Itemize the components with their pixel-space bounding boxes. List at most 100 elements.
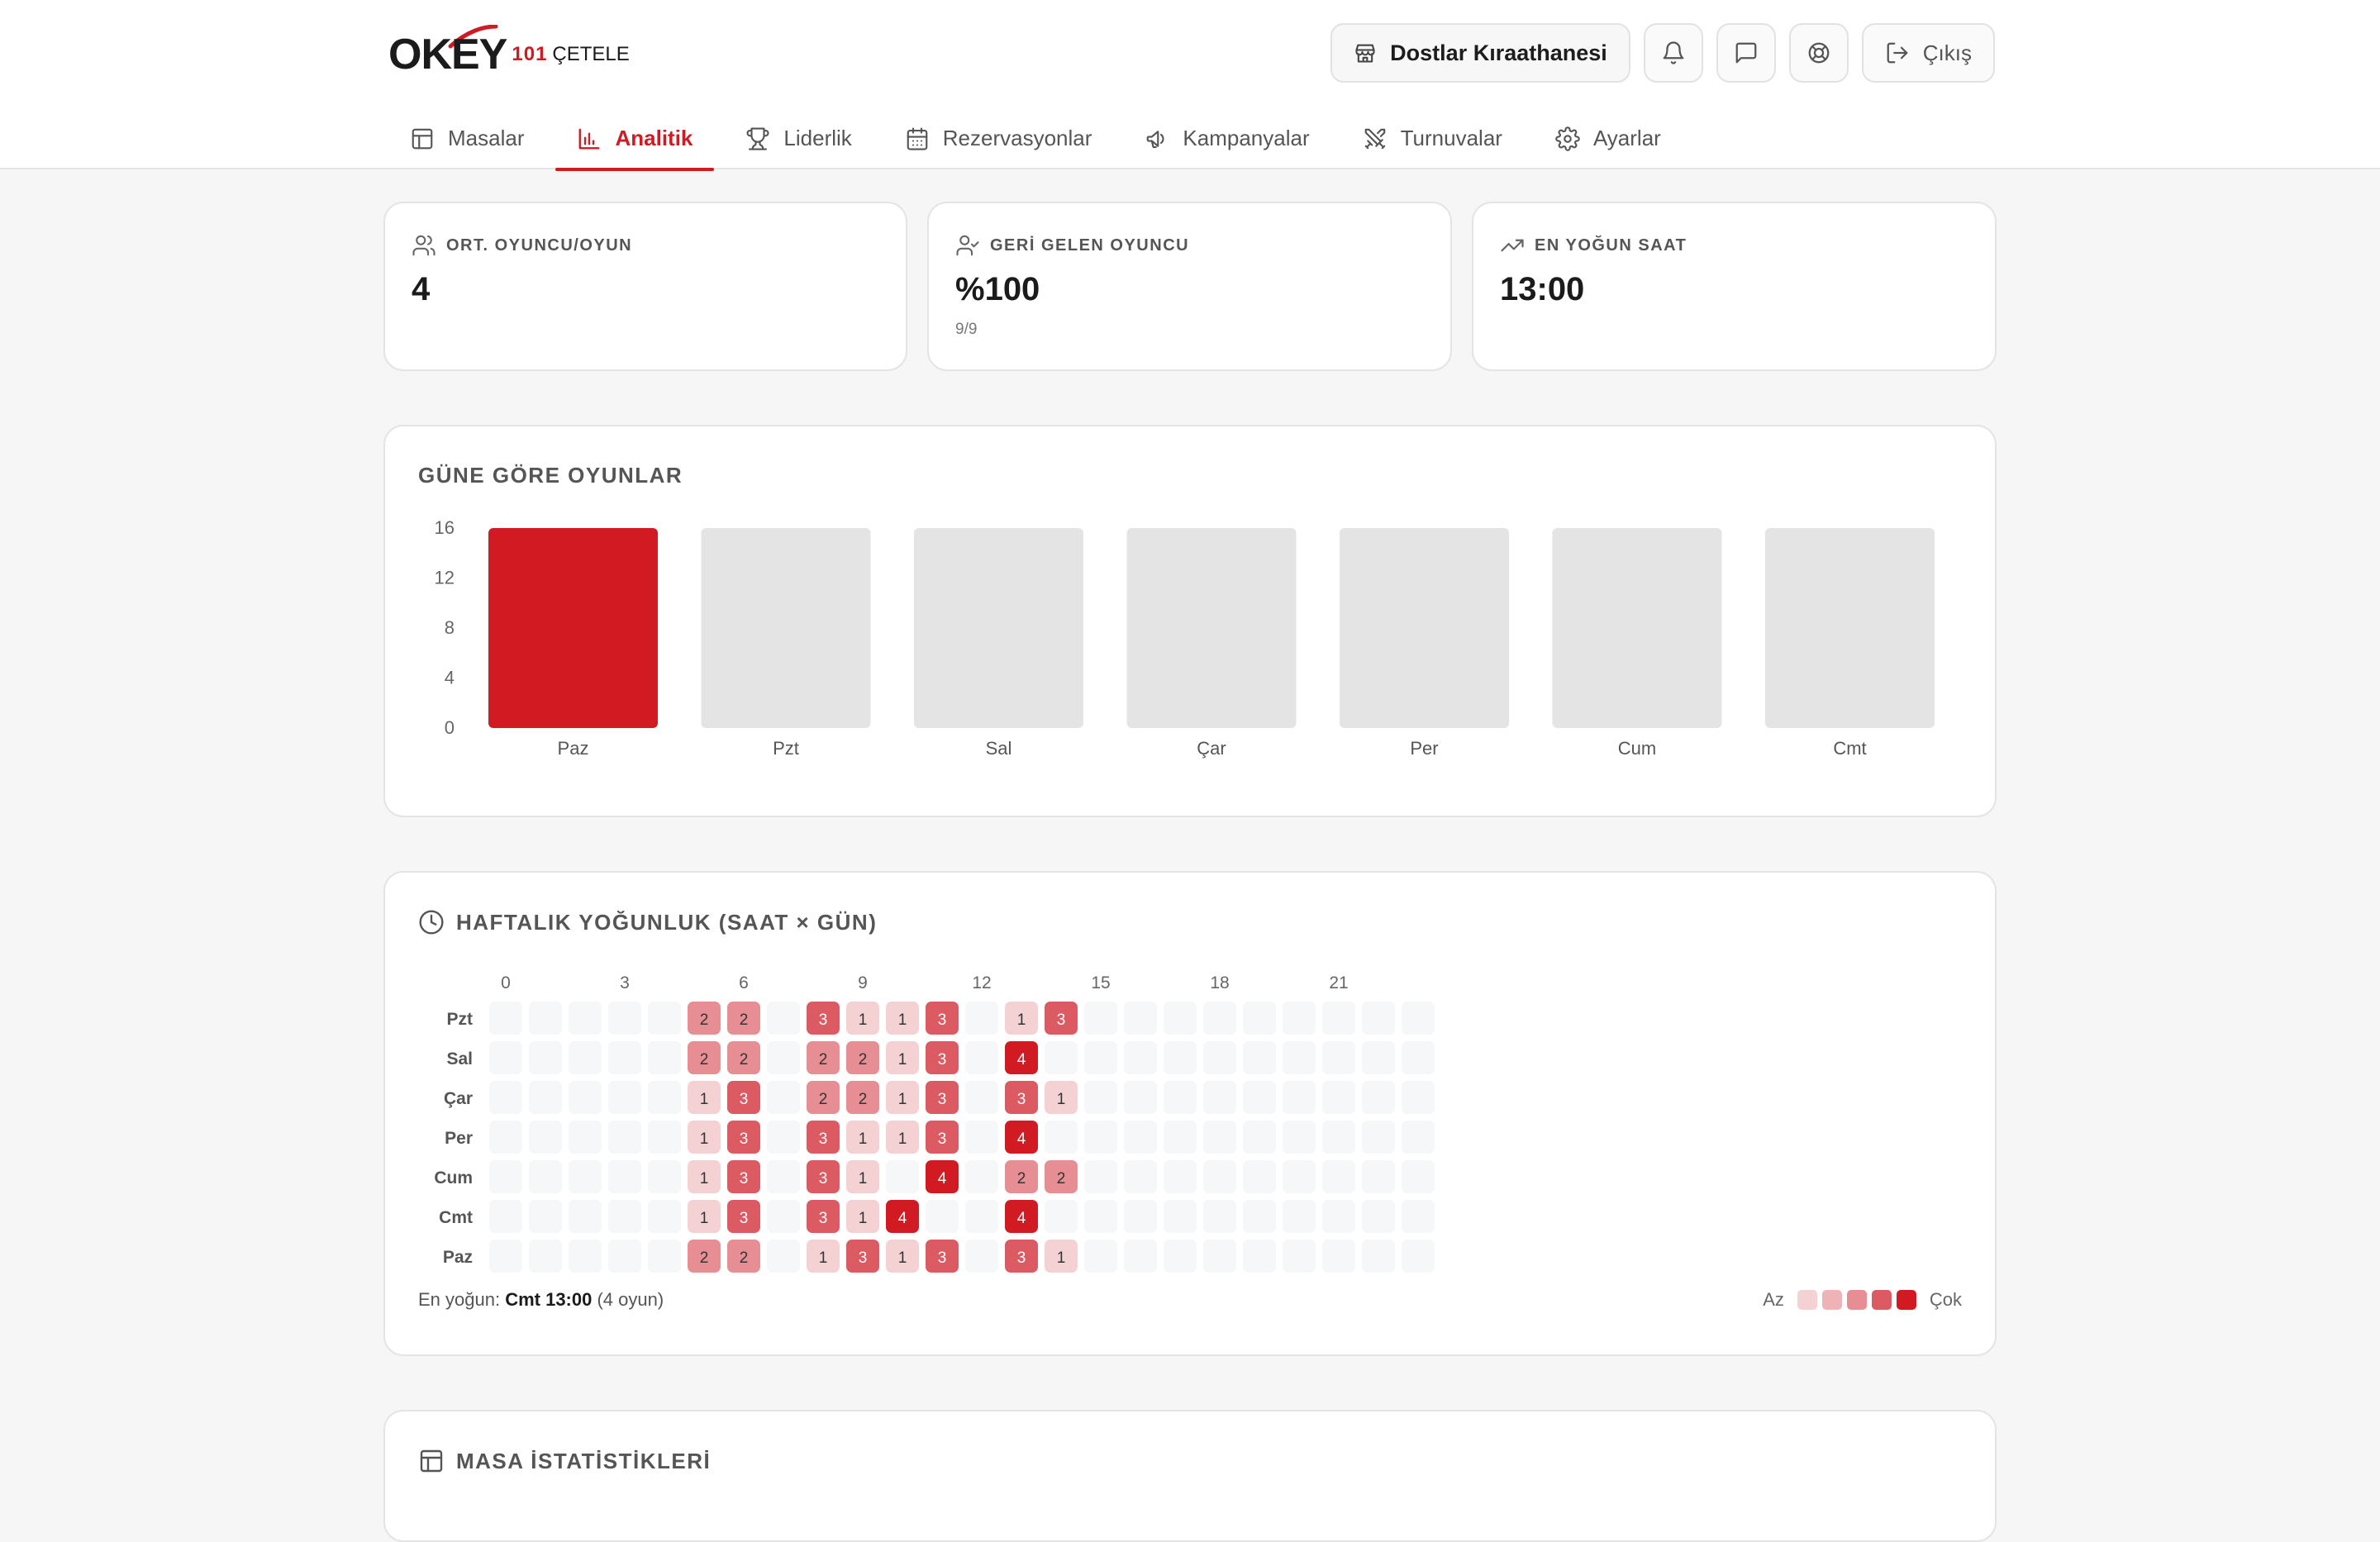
nav-tab-label: Liderlik — [783, 126, 852, 150]
heatmap-cell — [1164, 1160, 1197, 1193]
nav-tab-masalar[interactable]: Masalar — [388, 107, 545, 169]
hour-tick-label: 21 — [1329, 973, 1348, 992]
heatmap-cell — [1362, 1240, 1395, 1273]
heatmap-cell — [1124, 1121, 1157, 1154]
heatmap-cell — [1203, 1160, 1236, 1193]
heatmap-cell — [1045, 1121, 1078, 1154]
nav-tab-ayarlar[interactable]: Ayarlar — [1534, 107, 1683, 169]
heatmap-cell — [1283, 1121, 1316, 1154]
bar[interactable] — [488, 528, 658, 728]
logo-101: 101 — [512, 43, 548, 65]
peak-note: En yoğun: Cmt 13:00 (4 oyun) — [418, 1289, 664, 1311]
y-tick-label: 0 — [445, 717, 455, 738]
top-header: OKEY 101 ÇETELE Dostlar Kıraathanesi Çık… — [0, 0, 2380, 171]
messages-button[interactable] — [1716, 23, 1776, 83]
heatmap-cell-value: 3 — [938, 1051, 947, 1068]
table-stats-card: MASA İSTATİSTİKLERİ — [383, 1410, 1997, 1542]
x-tick-label: Cum — [1618, 738, 1656, 759]
notifications-button[interactable] — [1643, 23, 1703, 83]
heatmap-cell — [965, 1200, 998, 1233]
heatmap-cell — [648, 1081, 681, 1114]
heatmap-cell-value: 3 — [1017, 1091, 1026, 1108]
support-button[interactable] — [1788, 23, 1849, 83]
heatmap-cell — [1084, 1081, 1117, 1114]
store-selector-button[interactable]: Dostlar Kıraathanesi — [1330, 23, 1630, 83]
heatmap-cell — [965, 1160, 998, 1193]
heatmap-cell-value: 1 — [700, 1210, 709, 1227]
nav-tab-liderlik[interactable]: Liderlik — [724, 107, 873, 169]
heatmap-cell — [1243, 1002, 1276, 1035]
heatmap-cell — [1362, 1160, 1395, 1193]
trophy-icon — [746, 126, 769, 150]
heatmap-cell — [529, 1200, 562, 1233]
bar-chart-icon — [579, 128, 600, 149]
stat-label-text: EN YOĞUN SAAT — [1535, 236, 1687, 255]
stat-label: ORT. OYUNCU/OYUN — [412, 233, 632, 258]
user-check-icon — [956, 235, 979, 256]
heatmap-cell — [965, 1081, 998, 1114]
peak-suffix: (4 oyun) — [597, 1289, 664, 1310]
hour-tick-label: 15 — [1091, 973, 1110, 992]
megaphone-icon — [1147, 130, 1164, 148]
section-title: MASA İSTATİSTİKLERİ — [418, 1448, 711, 1474]
logo-cetele: ÇETELE — [552, 43, 630, 65]
heatmap-cell — [569, 1041, 602, 1074]
heatmap-cell-value: 3 — [740, 1170, 749, 1187]
heatmap-cell-value: 2 — [859, 1091, 868, 1108]
stat-subtext: 9/9 — [955, 321, 978, 338]
heatmap-cell — [489, 1081, 522, 1114]
logout-button[interactable]: Çıkış — [1861, 23, 1995, 83]
swords-icon — [1364, 128, 1385, 149]
heatmap-cell — [1402, 1121, 1435, 1154]
heatmap-cell — [648, 1200, 681, 1233]
nav-tab-analitik[interactable]: Analitik — [555, 107, 715, 171]
heatmap-cell — [569, 1160, 602, 1193]
heatmap-cell — [767, 1240, 800, 1273]
heatmap-cell — [1283, 1041, 1316, 1074]
header-actions: Dostlar Kıraathanesi Çıkış — [1330, 23, 1995, 83]
heatmap-cell-value: 4 — [898, 1210, 907, 1227]
heatmap-cell — [767, 1081, 800, 1114]
heatmap-cell — [529, 1160, 562, 1193]
stat-label: EN YOĞUN SAAT — [1500, 233, 1687, 258]
heatmap-cell — [1164, 1121, 1197, 1154]
heatmap-cell-value: 3 — [938, 1091, 947, 1108]
app-logo[interactable]: OKEY 101 ÇETELE — [388, 25, 630, 79]
bar-track — [701, 528, 871, 728]
heatmap-cell — [1322, 1200, 1355, 1233]
heatmap-cell — [1362, 1121, 1395, 1154]
legend-swatch-5 — [1896, 1290, 1916, 1310]
day-row-label: Per — [445, 1129, 473, 1148]
heatmap-cell — [965, 1041, 998, 1074]
heatmap-cell — [569, 1121, 602, 1154]
heatmap-cell — [569, 1200, 602, 1233]
x-tick-label: Çar — [1197, 738, 1226, 759]
x-tick-label: Per — [1410, 738, 1438, 759]
stat-value: 4 — [412, 271, 431, 307]
nav-tab-kampanyalar[interactable]: Kampanyalar — [1123, 107, 1330, 169]
heatmap-cell — [965, 1240, 998, 1273]
lifebuoy-icon — [1808, 42, 1830, 64]
heatmap-cell — [489, 1200, 522, 1233]
heatmap-cell — [1203, 1002, 1236, 1035]
peak-value: Cmt 13:00 — [505, 1289, 593, 1310]
games-by-day-card: GÜNE GÖRE OYUNLAR 0 4 8 12 16 Paz Pzt Sal Çar Per… — [383, 425, 1997, 817]
heatmap-cell-value: 2 — [700, 1011, 709, 1029]
heatmap-cell — [529, 1002, 562, 1035]
day-row-label: Paz — [443, 1248, 473, 1267]
table-icon — [412, 128, 433, 149]
heatmap-cell — [1402, 1002, 1435, 1035]
heatmap-cell-value: 3 — [819, 1011, 828, 1029]
heatmap-cell-value: 3 — [1017, 1249, 1026, 1267]
heatmap-cell-value: 2 — [1057, 1170, 1066, 1187]
heatmap-cell — [569, 1081, 602, 1114]
heatmap-cell — [529, 1081, 562, 1114]
heatmap-cell-value: 4 — [1017, 1210, 1026, 1227]
heatmap-cell — [1402, 1160, 1435, 1193]
heatmap-cell — [1124, 1081, 1157, 1114]
heatmap-cell — [767, 1200, 800, 1233]
gear-icon — [1555, 126, 1580, 151]
heatmap-cell — [767, 1002, 800, 1035]
nav-tab-turnuvalar[interactable]: Turnuvalar — [1341, 107, 1524, 169]
nav-tab-rezervasyonlar[interactable]: Rezervasyonlar — [883, 107, 1114, 169]
